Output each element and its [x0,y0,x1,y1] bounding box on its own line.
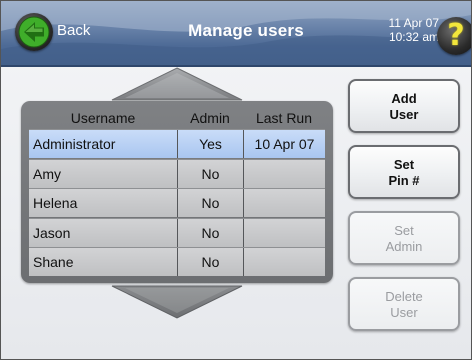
cell-admin: No [177,159,243,188]
table-body: Administrator Yes 10 Apr 07 Amy No Helen… [29,129,325,277]
cell-username: Amy [33,165,61,182]
header-bar: Back Manage users 11 Apr 07 10:32 am ? [1,1,471,67]
table-row[interactable]: Jason No [29,217,325,247]
add-user-button-text: Add User [350,91,458,123]
help-question-icon: ? [447,18,465,53]
table-row[interactable]: Shane No [29,247,325,276]
cell-last-run: 10 Apr 07 [243,130,325,158]
cell-admin: No [177,218,243,247]
set-admin-button-line1: Set [394,223,414,238]
column-header-last-run: Last Run [255,110,313,126]
scroll-up-arrow-icon[interactable] [111,67,243,101]
cell-last-run [243,159,325,188]
column-header-admin: Admin [190,110,230,126]
delete-user-button-line1: Delete [385,289,423,304]
back-arrow-icon [15,13,53,51]
table-row[interactable]: Administrator Yes 10 Apr 07 [29,129,325,158]
add-user-button-line2: User [389,107,419,122]
table-header: Username Admin Last Run [29,107,325,129]
set-pin-button[interactable]: Set Pin # [348,145,460,199]
date-text: 11 Apr 07 [388,16,439,30]
manage-users-screen: Back Manage users 11 Apr 07 10:32 am ? U… [0,0,472,360]
table-row[interactable]: Amy No [29,158,325,188]
page-title: Manage users [188,21,304,40]
scroll-down-arrow-icon[interactable] [111,285,243,319]
time-text: 10:32 am [388,30,439,44]
column-header-username: Username [70,110,136,126]
cell-username: Administrator [33,136,116,152]
back-button[interactable]: Back [7,11,117,55]
add-user-button-line1: Add [391,91,417,106]
set-admin-button-line2: Admin [385,239,423,254]
cell-admin: Yes [177,130,243,158]
set-admin-button-text: Set Admin [350,223,458,255]
help-button[interactable]: ? [437,17,471,55]
set-pin-button-text: Set Pin # [350,157,458,189]
cell-last-run [243,218,325,247]
delete-user-button-line2: User [390,305,418,320]
user-table: Username Admin Last Run Administrator Ye… [21,101,333,283]
cell-last-run [243,189,325,217]
delete-user-button-text: Delete User [350,289,458,321]
back-label: Back [57,22,91,39]
add-user-button[interactable]: Add User [348,79,460,133]
set-admin-button[interactable]: Set Admin [348,211,460,265]
set-pin-button-line1: Set [393,157,415,172]
delete-user-button[interactable]: Delete User [348,277,460,331]
cell-admin: No [177,248,243,276]
set-pin-button-line2: Pin # [388,173,420,188]
date-time-display: 11 Apr 07 10:32 am [361,16,439,44]
cell-username: Jason [33,224,71,241]
cell-last-run [243,248,325,276]
cell-admin: No [177,189,243,217]
cell-username: Helena [33,195,78,211]
cell-username: Shane [33,254,74,270]
table-row[interactable]: Helena No [29,188,325,217]
